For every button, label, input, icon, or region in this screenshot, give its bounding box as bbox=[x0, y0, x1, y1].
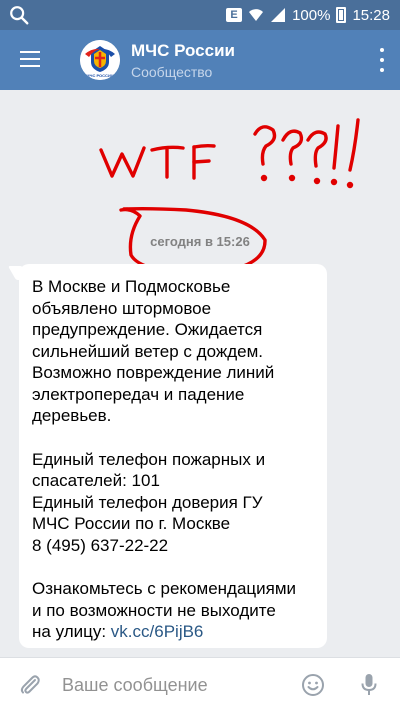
message-timestamp: сегодня в 15:26 bbox=[150, 234, 250, 249]
network-type-badge: E bbox=[226, 8, 243, 22]
message-line: В Москве и Подмосковье bbox=[32, 277, 231, 296]
message-bubble[interactable]: В Москве и Подмосковье объявлено штормов… bbox=[19, 264, 327, 648]
community-name[interactable]: МЧС России bbox=[131, 41, 235, 61]
message-line: объявлено штормовое bbox=[32, 298, 212, 318]
message-line: МЧС России по г. Москве bbox=[32, 514, 231, 533]
message-line: электропередач и падение bbox=[32, 384, 245, 404]
message-input[interactable] bbox=[62, 670, 292, 700]
mchs-emblem-icon: МЧС РОССИИ bbox=[80, 40, 120, 80]
app-header: МЧС РОССИИ МЧС России Сообщество bbox=[0, 30, 400, 90]
message-line: сильнейший ветер с дождем. bbox=[32, 341, 263, 361]
message-line: на улицу: vk.cc/6PijB6 bbox=[32, 621, 314, 643]
phone-number[interactable]: 8 (495) 637-22-22 bbox=[32, 535, 314, 557]
message-input-bar bbox=[0, 657, 400, 711]
battery-percent: 100% bbox=[292, 6, 331, 24]
community-avatar[interactable]: МЧС РОССИИ bbox=[80, 40, 120, 80]
status-time: 15:28 bbox=[352, 6, 390, 24]
wifi-icon bbox=[249, 9, 264, 21]
emoji-icon[interactable] bbox=[301, 673, 325, 697]
battery-icon bbox=[336, 7, 347, 23]
message-paragraph: В Москве и Подмосковье объявлено штормов… bbox=[32, 276, 314, 427]
message-line: Возможно повреждение линий bbox=[32, 363, 275, 382]
hamburger-menu-icon[interactable] bbox=[16, 46, 44, 74]
message-line: спасателей: 101 bbox=[32, 471, 160, 490]
status-bar: E 100% 15:28 bbox=[0, 0, 400, 30]
message-paragraph: Ознакомьтесь с рекомендациями и по возмо… bbox=[32, 578, 314, 643]
svg-text:МЧС РОССИИ: МЧС РОССИИ bbox=[86, 73, 114, 78]
status-indicators: E 100% 15:28 bbox=[226, 0, 390, 30]
message-line: Ознакомьтесь с рекомендациями bbox=[32, 579, 297, 598]
signal-icon bbox=[271, 8, 286, 22]
paperclip-icon[interactable] bbox=[18, 673, 42, 697]
handwritten-annotation bbox=[99, 118, 360, 276]
microphone-icon[interactable] bbox=[357, 672, 381, 698]
message-line: деревьев. bbox=[32, 406, 112, 425]
message-line: предупреждение. Ожидается bbox=[32, 320, 263, 339]
message-line: Единый телефон пожарных и bbox=[32, 449, 266, 469]
search-icon[interactable] bbox=[8, 4, 30, 26]
message-line: и по возможности не выходите bbox=[32, 600, 276, 620]
message-line: Единый телефон доверия ГУ bbox=[32, 492, 263, 512]
message-link[interactable]: vk.cc/6PijB6 bbox=[111, 622, 204, 641]
message-paragraph: Единый телефон пожарных и спасателей: 10… bbox=[32, 449, 314, 557]
community-type: Сообщество bbox=[131, 64, 213, 80]
more-options-icon[interactable] bbox=[378, 48, 386, 72]
message-line-prefix: на улицу: bbox=[32, 622, 111, 641]
